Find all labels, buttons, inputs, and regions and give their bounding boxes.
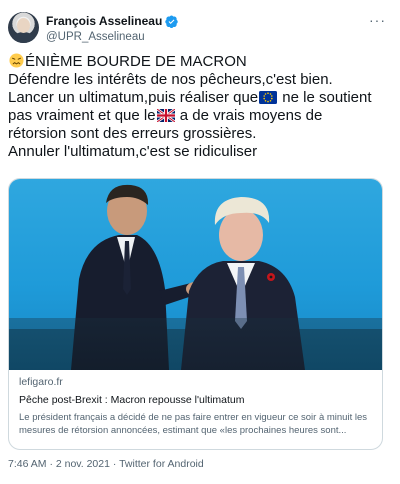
tweet-line-3-after: ne le soutient — [278, 89, 372, 106]
more-options-icon[interactable]: ··· — [369, 12, 386, 28]
tweet-text: ÉNIÈME BOURDE DE MACRON Défendre les int… — [8, 53, 384, 161]
card-title[interactable]: Pêche post-Brexit : Macron repousse l'ul… — [19, 393, 374, 407]
tweet-line-6: Annuler l'ultimatum,c'est se ridiculiser — [8, 143, 258, 160]
author-name-row: François Asselineau — [46, 14, 179, 28]
author-name[interactable]: François Asselineau — [46, 14, 162, 28]
card-image[interactable] — [9, 179, 382, 370]
avatar-body — [11, 32, 36, 43]
card-image-shade — [9, 318, 382, 370]
tweet: François Asselineau @UPR_Asselineau ··· … — [0, 0, 400, 484]
tweet-line-4-before: pas vraiment et que le — [8, 107, 156, 124]
tweet-line-2: Défendre les intérêts de nos pêcheurs,c'… — [8, 71, 333, 88]
card-domain: lefigaro.fr — [19, 376, 63, 388]
avatar-face — [17, 18, 30, 33]
card-meta: lefigaro.fr Pêche post-Brexit : Macron r… — [19, 375, 374, 437]
tweet-line-5: rétorsion sont des erreurs grossières. — [8, 125, 257, 142]
tweet-line-1: ÉNIÈME BOURDE DE MACRON — [8, 53, 384, 71]
tweet-timestamp[interactable]: 7:46 AM · 2 nov. 2021 · Twitter for Andr… — [8, 458, 204, 470]
tweet-line-3-before: Lancer un ultimatum,puis réaliser que — [8, 89, 259, 106]
card-description: Le président français a décidé de ne pas… — [19, 412, 368, 436]
tweet-line-4-after: a de vrais moyens de — [175, 107, 323, 124]
uk-flag-icon — [156, 109, 175, 122]
confounded-face-icon — [9, 53, 24, 68]
tweet-line-1-text: ÉNIÈME BOURDE DE MACRON — [25, 53, 247, 70]
link-card[interactable]: lefigaro.fr Pêche post-Brexit : Macron r… — [8, 178, 383, 450]
author-handle[interactable]: @UPR_Asselineau — [46, 31, 145, 43]
tweet-line-4: pas vraiment et que le a de vrais moyens… — [8, 107, 384, 125]
tweet-line-3: Lancer un ultimatum,puis réaliser que ne… — [8, 89, 384, 107]
verified-badge-icon — [165, 14, 179, 28]
avatar[interactable] — [8, 12, 39, 43]
eu-flag-icon — [259, 91, 278, 104]
